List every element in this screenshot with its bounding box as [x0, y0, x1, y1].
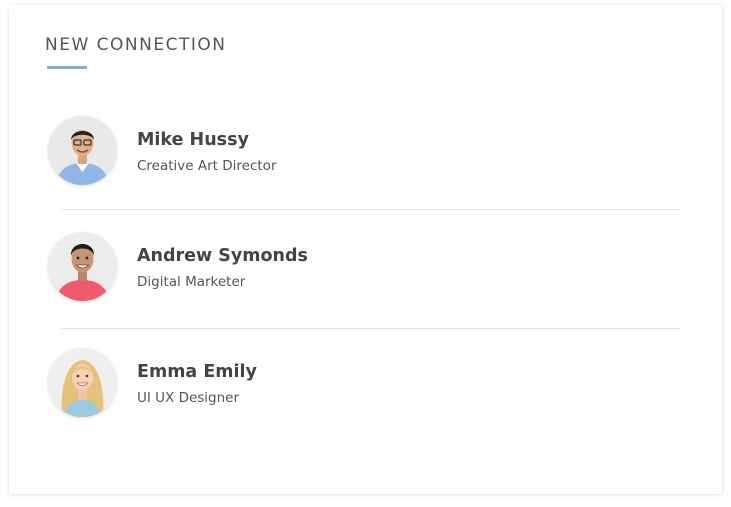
- divider: [61, 209, 680, 210]
- connection-item[interactable]: Andrew Symonds Digital Marketer: [48, 232, 688, 302]
- avatar[interactable]: [48, 232, 117, 301]
- connection-item[interactable]: Emma Emily UI UX Designer: [48, 348, 688, 418]
- person-photo-icon: [48, 348, 117, 417]
- connection-role: Creative Art Director: [137, 158, 277, 174]
- person-photo-icon: [48, 232, 117, 301]
- divider: [61, 328, 680, 329]
- connection-name[interactable]: Emma Emily: [137, 361, 257, 383]
- person-photo-icon: [48, 116, 117, 185]
- card-title: NEW CONNECTION: [45, 35, 227, 55]
- title-underline: [47, 66, 87, 69]
- avatar[interactable]: [48, 348, 117, 417]
- connection-name[interactable]: Mike Hussy: [137, 129, 249, 151]
- connection-role: Digital Marketer: [137, 274, 246, 290]
- connection-name[interactable]: Andrew Symonds: [137, 245, 308, 267]
- connection-item[interactable]: Mike Hussy Creative Art Director: [48, 116, 688, 186]
- connection-role: UI UX Designer: [137, 390, 240, 406]
- new-connection-card: NEW CONNECTION Mike Hussy Creative Art D…: [9, 5, 722, 494]
- avatar[interactable]: [48, 116, 117, 185]
